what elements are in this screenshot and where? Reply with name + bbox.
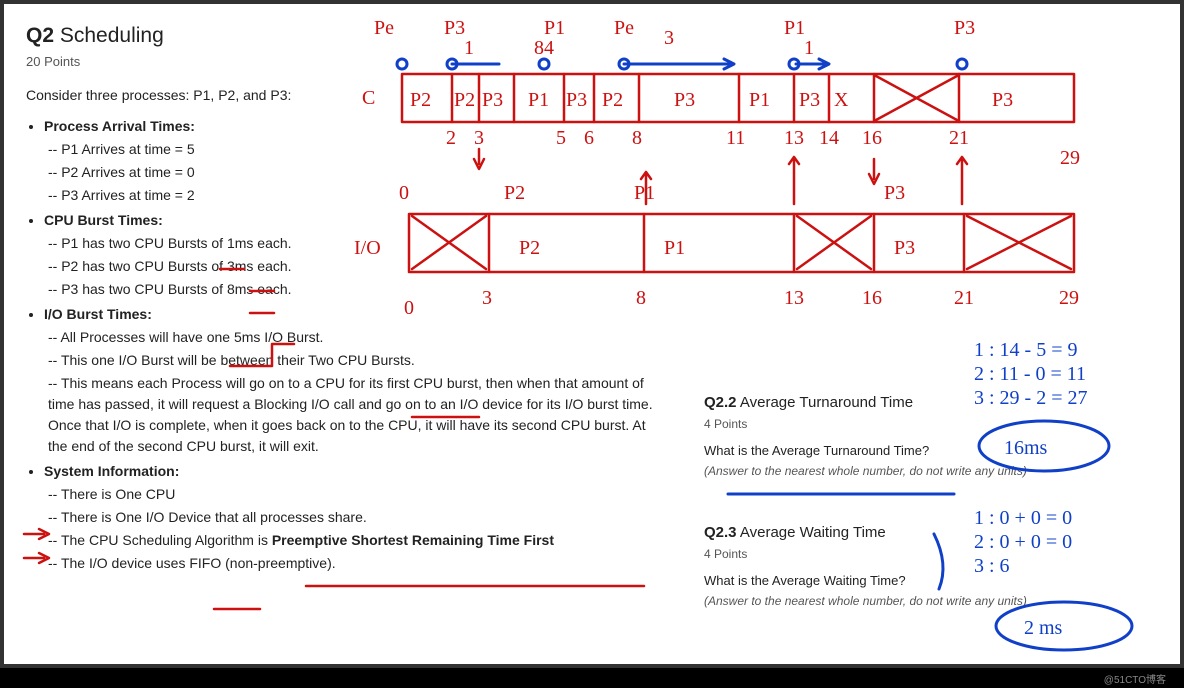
q23-block: Q2.3 Average Waiting Time 4 Points What … (704, 522, 1124, 610)
svg-text:P3: P3 (884, 182, 905, 204)
arrival-p2: -- P2 Arrives at time = 0 (48, 162, 666, 183)
footer-watermark: @51CTO博客 (0, 668, 1184, 688)
svg-text:P3: P3 (954, 17, 975, 39)
question-title: Q2 Scheduling (26, 20, 666, 52)
cpu-p1: -- P1 has two CPU Bursts of 1ms each. (48, 233, 666, 254)
cpu-p2: -- P2 has two CPU Bursts of 3ms each. (48, 256, 666, 277)
svg-text:P1: P1 (664, 237, 685, 259)
cpu-header: CPU Burst Times: (44, 212, 163, 228)
sys-l1: -- There is One CPU (48, 484, 666, 505)
sys-l2: -- There is One I/O Device that all proc… (48, 507, 666, 528)
sys-l4: -- The I/O device uses FIFO (non-preempt… (48, 553, 666, 574)
svg-text:2 : 11 - 0 = 11: 2 : 11 - 0 = 11 (974, 363, 1086, 385)
arrival-p1: -- P1 Arrives at time = 5 (48, 139, 666, 160)
svg-text:1 : 14 - 5 = 9: 1 : 14 - 5 = 9 (974, 339, 1078, 361)
svg-text:16: 16 (862, 127, 882, 149)
svg-text:P1: P1 (749, 89, 770, 111)
svg-text:P3: P3 (799, 89, 820, 111)
svg-text:2 ms: 2 ms (1024, 617, 1063, 639)
question-intro: Consider three processes: P1, P2, and P3… (26, 85, 666, 106)
spec-list: Process Arrival Times: -- P1 Arrives at … (26, 116, 666, 574)
document-page: Q2 Scheduling 20 Points Consider three p… (4, 4, 1180, 664)
io-header: I/O Burst Times: (44, 306, 152, 322)
io-l1: -- All Processes will have one 5ms I/O B… (48, 327, 666, 348)
svg-text:13: 13 (784, 287, 804, 309)
cpu-p3: -- P3 has two CPU Bursts of 8ms each. (48, 279, 666, 300)
svg-text:P3: P3 (894, 237, 915, 259)
svg-text:29: 29 (1060, 147, 1080, 169)
svg-text:1: 1 (804, 37, 814, 59)
svg-text:X: X (834, 89, 849, 111)
question-body: Q2 Scheduling 20 Points Consider three p… (26, 20, 666, 574)
sys-header: System Information: (44, 463, 179, 479)
svg-text:16: 16 (862, 287, 882, 309)
io-l2: -- This one I/O Burst will be between th… (48, 350, 666, 371)
svg-text:13: 13 (784, 127, 804, 149)
arrival-header: Process Arrival Times: (44, 118, 195, 134)
io-l3: -- This means each Process will go on to… (48, 373, 666, 457)
svg-text:P3: P3 (992, 89, 1013, 111)
svg-text:14: 14 (819, 127, 839, 149)
svg-text:21: 21 (949, 127, 969, 149)
svg-text:21: 21 (954, 287, 974, 309)
svg-text:11: 11 (726, 127, 745, 149)
svg-text:29: 29 (1059, 287, 1079, 309)
sys-l3: -- The CPU Scheduling Algorithm is Preem… (48, 530, 666, 551)
svg-text:P1: P1 (784, 17, 805, 39)
q22-block: Q2.2 Average Turnaround Time 4 Points Wh… (704, 392, 1124, 480)
svg-text:P3: P3 (674, 89, 695, 111)
question-points: 20 Points (26, 52, 666, 72)
arrival-p3: -- P3 Arrives at time = 2 (48, 185, 666, 206)
